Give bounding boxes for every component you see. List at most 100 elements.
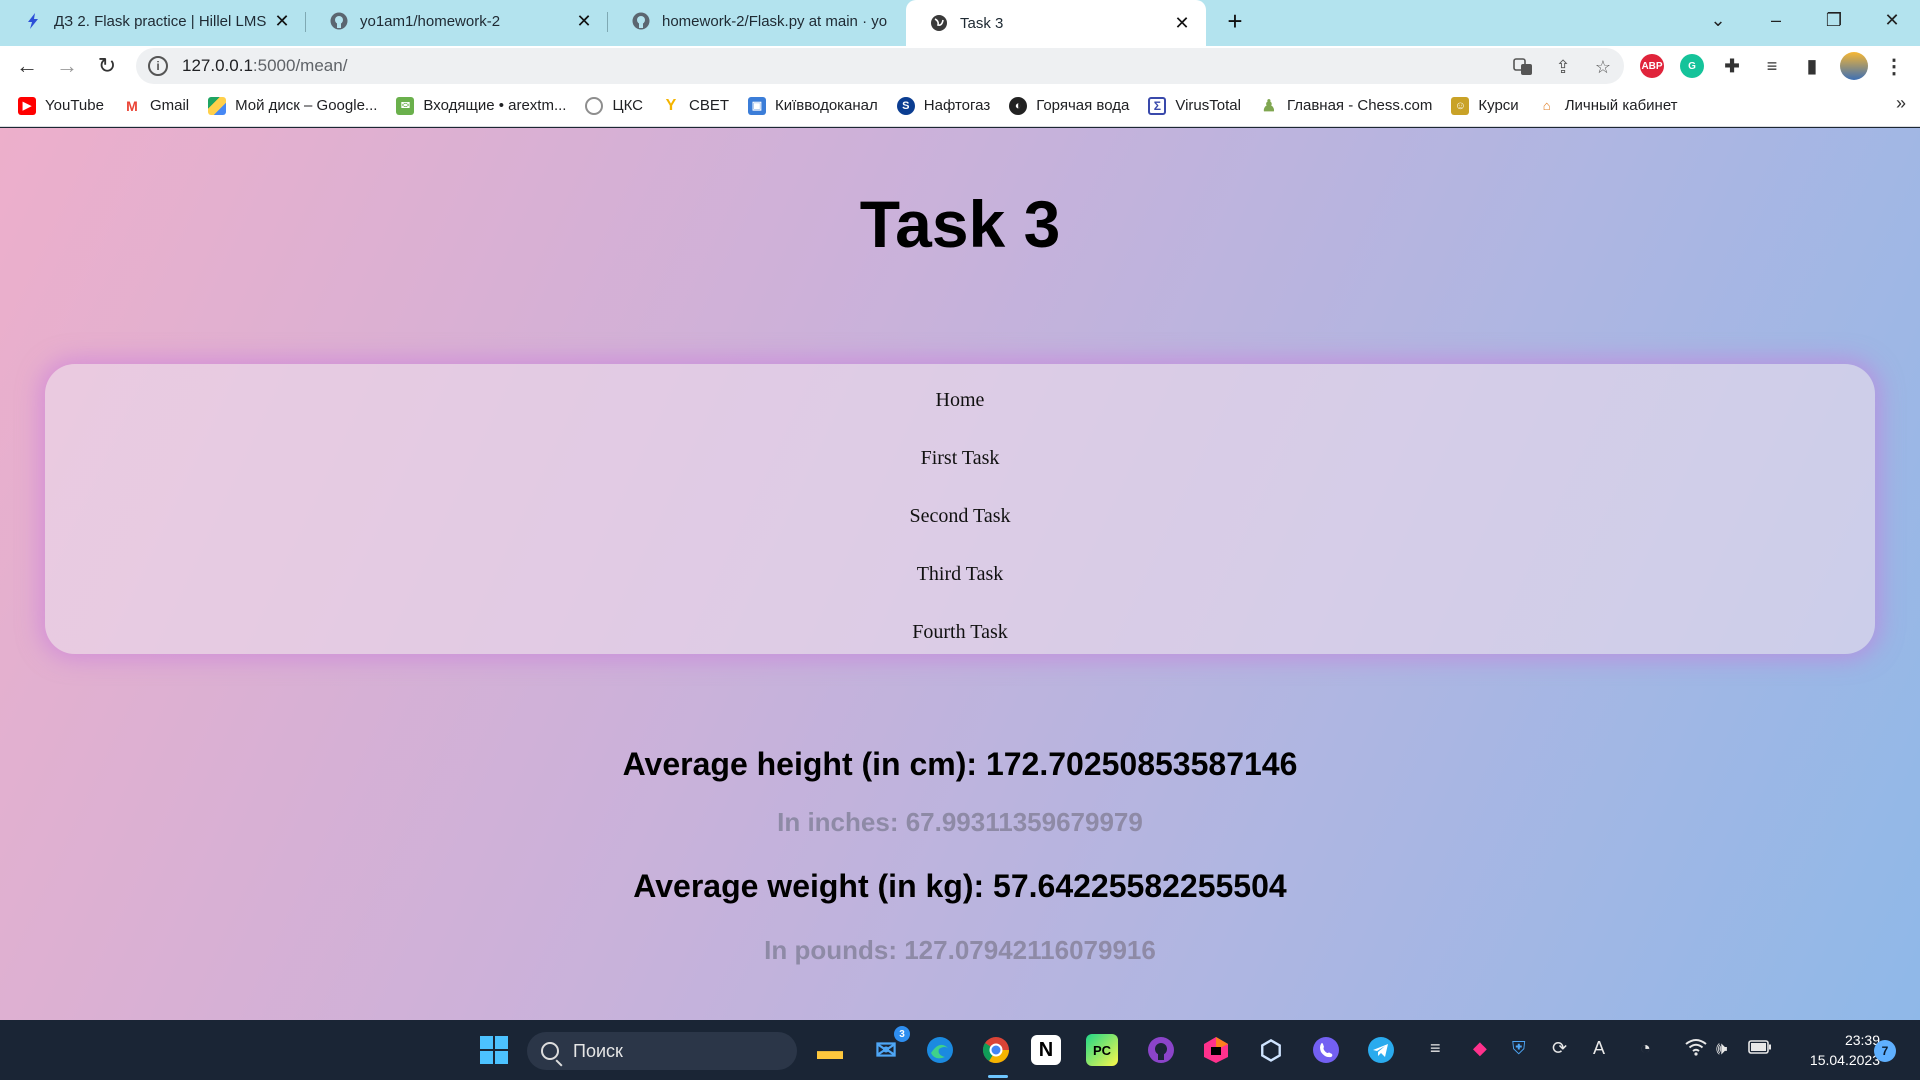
mail-icon: ✉ [396,96,415,115]
virustotal-icon: Σ [1148,96,1167,115]
task-navigation: Home First Task Second Task Third Task F… [45,364,1875,654]
tab-search-chevron-icon[interactable]: ⌄ [1696,0,1740,40]
notion-icon[interactable]: N [1031,1035,1061,1065]
bookmark-star-icon[interactable]: ☆ [1592,56,1614,78]
courses-icon: ☺ [1451,96,1470,115]
more-bookmarks-chevron-icon[interactable]: » [1896,93,1906,114]
weight-in-pounds-text: In pounds: 127.07942116079916 [764,935,1156,965]
youtube-icon: ▶ [18,96,36,115]
clock-time: 23:39 [1844,1032,1880,1048]
bookmark-hot-water[interactable]: ◐ Горячая вода [1009,96,1129,115]
bookmark-inbox[interactable]: ✉ Входящие • arextm... [396,96,566,115]
pycharm-icon[interactable]: PC [1086,1034,1118,1066]
average-height-heading: Average height (in cm): 172.702508535871… [622,746,1298,782]
close-tab-icon[interactable]: ✕ [574,11,594,31]
tab-task3[interactable]: Task 3 ✕ [906,0,1206,46]
battery-icon[interactable] [1748,1038,1772,1059]
notifications-badge[interactable]: 7 [1874,1040,1896,1062]
bookmark-google-drive[interactable]: Мой диск – Google... [208,96,377,115]
grammarly-icon[interactable]: G [1680,54,1704,78]
search-icon [541,1042,559,1060]
bookmark-virustotal[interactable]: Σ VirusTotal [1148,96,1241,115]
side-panel-icon[interactable]: ▮ [1800,54,1824,78]
bookmark-vodokanal[interactable]: ▣ Київводоканал [748,96,878,115]
globe-icon [930,14,948,32]
virtualbox-icon[interactable]: ⬡ [1251,1030,1291,1070]
bookmark-youtube[interactable]: ▶ YouTube [18,96,104,115]
chess-icon: ♟ [1259,96,1278,115]
forward-button[interactable]: → [51,50,83,82]
wifi-icon[interactable] [1685,1038,1707,1061]
windows-start-icon[interactable] [474,1030,514,1070]
share-icon[interactable]: ⇪ [1552,56,1574,78]
site-info-icon[interactable]: i [148,56,168,76]
nav-link-third-task[interactable]: Third Task [45,563,1875,586]
media-controls-icon[interactable]: ≡ [1760,54,1784,78]
reload-button[interactable]: ↻ [91,50,123,82]
tab-strip: ДЗ 2. Flask practice | Hillel LMS ✕ yo1a… [0,0,1920,46]
edge-icon[interactable] [920,1030,960,1070]
height-in-inches-text: In inches: 67.99311359679979 [777,807,1143,837]
cks-icon [585,96,604,115]
system-clock[interactable]: 23:39 15.04.2023 [1770,1030,1880,1070]
tray-clock-app-icon[interactable]: ◔ [1640,1038,1651,1059]
bookmark-courses[interactable]: ☺ Курси [1451,96,1519,115]
adblock-icon[interactable]: ABP [1640,54,1664,78]
active-app-indicator [988,1075,1008,1078]
bookmark-cabinet[interactable]: ⌂ Личный кабинет [1537,96,1678,115]
close-tab-icon[interactable]: ✕ [272,11,292,31]
svet-icon: Y [661,96,680,115]
minimize-button[interactable]: – [1754,0,1798,40]
bookmarks-bar: ▶ YouTube M Gmail Мой диск – Google... ✉ Вх… [0,85,1920,127]
nav-link-first-task[interactable]: First Task [45,447,1875,470]
back-button[interactable]: ← [11,50,43,82]
translate-icon[interactable] [1512,56,1534,78]
average-weight-heading: Average weight (in kg): 57.6422558225550… [633,868,1287,904]
nav-link-second-task[interactable]: Second Task [45,505,1875,528]
bookmark-naftogaz[interactable]: S Нафтогаз [896,96,990,115]
address-bar[interactable]: i 127.0.0.1:5000/mean/ ⇪ ☆ [136,48,1624,84]
telegram-icon[interactable] [1361,1030,1401,1070]
tray-language-icon[interactable]: A [1593,1038,1605,1059]
close-tab-icon[interactable]: ✕ [1172,13,1192,33]
volume-icon[interactable]: 🕪 [1716,1038,1727,1059]
taskbar: Поиск ▬ ✉ 3 N PC ⬡ ≡ ◆ ⛨ ⟳ A ◔ 🕪 23:39 15… [0,1020,1920,1080]
bookmark-gmail[interactable]: M Gmail [122,96,189,115]
cabinet-icon: ⌂ [1537,96,1556,115]
tab-hillel[interactable]: ДЗ 2. Flask practice | Hillel LMS ✕ [0,0,306,42]
bookmark-chess[interactable]: ♟ Главная - Chess.com [1259,96,1432,115]
restore-button[interactable]: ❐ [1812,0,1856,40]
tray-chevron-icon[interactable]: ≡ [1430,1038,1441,1059]
page-title: Task 3 [859,187,1061,261]
tray-shield-icon[interactable]: ⛨ [1512,1038,1526,1059]
profile-avatar[interactable] [1840,52,1868,80]
url-text[interactable]: 127.0.0.1:5000/mean/ [182,56,347,76]
tab-github-repo[interactable]: yo1am1/homework-2 ✕ [306,0,608,42]
naftogaz-icon: S [896,96,915,115]
extensions-icon[interactable]: ✚ [1720,54,1744,78]
viber-icon[interactable] [1306,1030,1346,1070]
taskbar-search[interactable]: Поиск [527,1032,797,1070]
vodokanal-icon: ▣ [748,96,766,115]
nav-link-home[interactable]: Home [45,389,1875,412]
hillel-icon [24,12,42,30]
chrome-icon[interactable] [976,1030,1016,1070]
jetbrains-toolbox-icon[interactable] [1196,1030,1236,1070]
clock-date: 15.04.2023 [1809,1052,1880,1068]
browser-toolbar: ← → ↻ i 127.0.0.1:5000/mean/ ⇪ ☆ ABP G ✚… [0,46,1920,85]
tray-sync-icon[interactable]: ⟳ [1552,1038,1567,1059]
new-tab-button[interactable]: + [1220,6,1250,36]
close-window-button[interactable]: ✕ [1870,0,1914,40]
bookmark-svet[interactable]: Y СВЕТ [661,96,729,115]
tray-toolbox-icon[interactable]: ◆ [1473,1038,1487,1059]
github-icon [632,12,650,30]
menu-icon[interactable]: ⋮ [1882,54,1906,78]
file-explorer-icon[interactable]: ▬ [810,1030,850,1070]
tab-github-file[interactable]: homework-2/Flask.py at main · yo [608,0,906,42]
nav-link-fourth-task[interactable]: Fourth Task [45,621,1875,644]
github-icon [330,12,348,30]
mail-app-icon[interactable]: ✉ 3 [866,1026,910,1070]
github-desktop-icon[interactable] [1141,1030,1181,1070]
google-drive-icon [208,96,227,115]
bookmark-cks[interactable]: ЦКС [585,96,643,115]
